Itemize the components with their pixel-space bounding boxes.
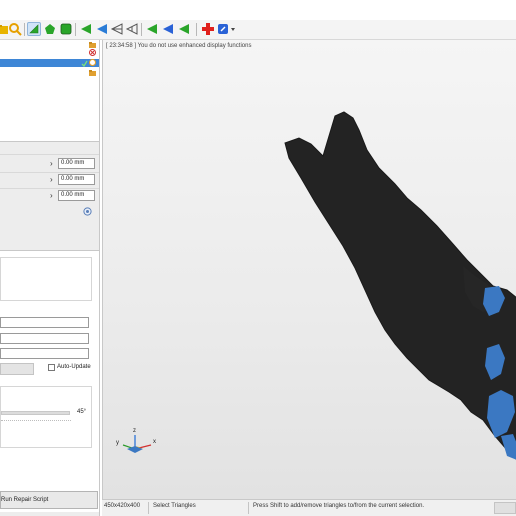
part-tree[interactable] [0,40,99,142]
angle-settings-box: 45° [0,386,92,448]
selected-triangles-bottom [501,434,516,460]
wire-triangle-alt-icon[interactable] [125,22,139,36]
slider-ticks [1,420,71,421]
panel-divider [0,154,99,155]
toolbar-separator [24,23,25,36]
repair-options-box [0,257,92,301]
repair-panel: Auto-Update 45° [0,250,99,512]
tree-row-item[interactable] [0,49,99,57]
repair-field-2[interactable] [0,333,89,344]
progress-indicator [494,502,516,514]
tree-row-root[interactable] [0,41,99,49]
update-button[interactable] [0,363,34,375]
run-repair-script-button[interactable]: Run Repair Script [0,491,98,509]
axis-x-label: x [153,439,156,445]
mesh-view[interactable] [103,40,516,499]
folder-open-icon [89,70,96,76]
toolbar-separator [75,23,76,36]
status-bar: 450x420x400 Select Triangles Press Shift… [102,499,516,516]
select-all-icon[interactable] [79,22,93,36]
invert-selection-icon[interactable] [95,22,109,36]
grow-selection-icon[interactable] [145,22,159,36]
status-divider [148,502,149,514]
wire-triangle-icon[interactable] [110,22,124,36]
main-toolbar [0,20,516,40]
status-dimensions: 450x420x400 [104,503,141,509]
tree-row-selected-part[interactable] [0,59,99,67]
chevron-right-icon[interactable]: › [50,175,53,184]
border-selection-icon[interactable] [177,22,191,36]
shrink-selection-icon[interactable] [161,22,175,36]
refresh-icon[interactable] [83,207,92,216]
3d-viewport[interactable]: z x y [102,40,516,499]
angle-slider[interactable] [1,411,70,415]
param-row-x: › 0.00 mm [0,156,99,172]
settings-icon[interactable] [89,59,96,66]
z-value-field[interactable]: 0.00 mm [58,190,95,201]
status-mode: Select Triangles [153,503,196,509]
remove-icon[interactable] [89,49,96,56]
x-value-field[interactable]: 0.00 mm [58,158,95,169]
select-shell-icon[interactable] [59,22,73,36]
folder-open-icon [89,42,96,48]
chevron-right-icon[interactable]: › [50,159,53,168]
param-row-z: › 0.00 mm [0,188,99,204]
magnify-icon[interactable] [8,22,22,36]
log-message: [ 23:34:58 ] You do not use enhanced dis… [106,43,252,49]
status-hint: Press Shift to add/remove triangles to/f… [253,503,425,509]
toolbar-separator [196,23,197,36]
left-panel: › 0.00 mm › 0.00 mm › 0.00 mm Auto-Updat… [0,40,100,516]
auto-update-checkbox[interactable] [48,364,55,371]
repair-field-3[interactable] [0,348,89,359]
status-divider [248,502,249,514]
axis-y-label: y [116,440,119,446]
checkmark-icon [81,60,88,67]
auto-update-label: Auto-Update [57,364,91,370]
angle-value: 45° [77,409,87,415]
add-part-icon[interactable] [201,22,215,36]
param-row-y: › 0.00 mm [0,172,99,188]
select-brush-icon[interactable] [43,22,57,36]
repair-dropdown-icon[interactable] [217,22,237,36]
toolbar-separator [141,23,142,36]
chevron-right-icon[interactable]: › [50,191,53,200]
tree-row-folder[interactable] [0,69,99,77]
y-value-field[interactable]: 0.00 mm [58,174,95,185]
axis-z-label: z [133,428,136,434]
repair-field-1[interactable] [0,317,89,328]
select-triangle-icon[interactable] [27,22,41,36]
